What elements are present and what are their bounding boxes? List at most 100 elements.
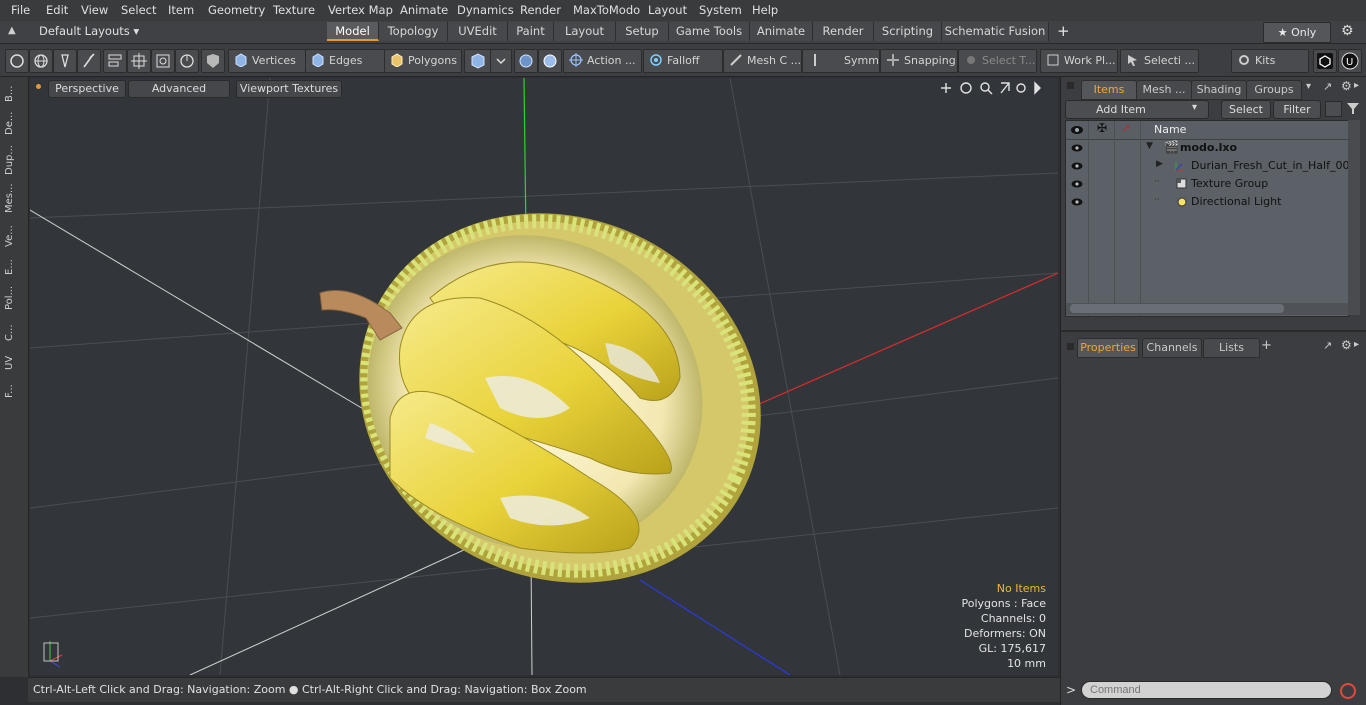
filter-button[interactable]: Filter (1273, 100, 1321, 119)
eye-icon[interactable] (1071, 144, 1083, 152)
tab-mesh[interactable]: Mesh ... (1136, 80, 1192, 100)
panel-menu-icon[interactable]: ▸ (1354, 80, 1359, 91)
panel-scrollbar[interactable] (1348, 120, 1360, 315)
eye-icon[interactable] (1071, 162, 1083, 170)
menu-item[interactable]: Item (168, 3, 194, 17)
tab-render[interactable]: Render (813, 22, 874, 41)
list-scroll-thumb[interactable] (1070, 304, 1284, 313)
viewport-nav-icons[interactable] (941, 81, 1041, 95)
tab-properties[interactable]: Properties (1077, 338, 1139, 358)
menu-dynamics[interactable]: Dynamics (457, 3, 514, 17)
strip-tab-edge[interactable]: E... (4, 255, 22, 279)
strip-tab-basic[interactable]: B... (4, 83, 22, 105)
record-icon[interactable] (1338, 681, 1358, 701)
tabs-dropdown-icon[interactable]: ▾ (1306, 81, 1311, 92)
align-icon[interactable] (103, 49, 127, 73)
strip-tab-curve[interactable]: C... (4, 321, 22, 345)
name-column-header[interactable]: Name (1154, 123, 1186, 136)
tree-row-scene[interactable]: ▼ 🎬 modo.lxo (1066, 139, 1348, 157)
add-tab-button[interactable]: + (1057, 22, 1070, 40)
tab-model[interactable]: Model (327, 22, 379, 41)
center-icon[interactable] (127, 49, 151, 73)
symmetry-mesh-icon[interactable] (514, 49, 538, 73)
panel-gear-icon-2[interactable]: ⚙ (1341, 338, 1352, 352)
menu-system[interactable]: System (699, 3, 742, 17)
vertices-button[interactable]: Vertices (228, 49, 306, 73)
strip-tab-deform[interactable]: De... (4, 109, 22, 137)
expand-icon[interactable]: ↗ (1323, 80, 1332, 93)
tab-topology[interactable]: Topology (379, 22, 448, 41)
strip-tab-polygon[interactable]: Pol... (4, 283, 22, 313)
layout-selector[interactable]: Default Layouts ▾ (39, 24, 139, 38)
add-panel-tab-button[interactable]: + (1261, 338, 1272, 353)
tab-lists[interactable]: Lists (1203, 338, 1260, 358)
selection-sets-button[interactable]: Selecti ... (1120, 49, 1199, 73)
chevron-down-icon[interactable] (490, 49, 512, 73)
strip-tab-mesh-edit[interactable]: Mes... (4, 181, 22, 215)
work-plane-button[interactable]: Work Pl... (1040, 49, 1118, 73)
item-mode-icon[interactable] (464, 49, 492, 73)
add-item-button[interactable]: Add Item ▾ (1065, 100, 1209, 119)
menu-help[interactable]: Help (752, 3, 778, 17)
tab-shading[interactable]: Shading (1191, 80, 1247, 100)
tab-paint[interactable]: Paint (508, 22, 554, 41)
perspective-button[interactable]: Perspective (48, 80, 126, 98)
pen-icon[interactable] (53, 49, 77, 73)
list-scrollbar[interactable] (1066, 303, 1348, 315)
tab-schematic-fusion[interactable]: Schematic Fusion (942, 22, 1049, 41)
menu-layout[interactable]: Layout (648, 3, 687, 17)
tree-row-texture-group[interactable]: ·· Texture Group (1066, 175, 1348, 193)
filter-funnel-icon[interactable] (1345, 101, 1361, 115)
globe-icon[interactable] (29, 49, 53, 73)
panel-gear-icon[interactable]: ⚙ (1341, 79, 1352, 93)
command-input[interactable] (1081, 681, 1332, 699)
tab-layout[interactable]: Layout (554, 22, 616, 41)
tab-channels[interactable]: Channels (1142, 338, 1202, 358)
select-button[interactable]: Select (1221, 100, 1271, 119)
strip-tab-fusion[interactable]: F... (4, 379, 22, 403)
pie-icon[interactable] (175, 49, 199, 73)
gear-icon[interactable]: ⚙ (1341, 23, 1354, 39)
layout-arrow-icon[interactable]: ▲ (8, 25, 20, 37)
tree-row-mesh[interactable]: ▶ Durian_Fresh_Cut_in_Half_001 (1066, 157, 1356, 175)
edges-button[interactable]: Edges (305, 49, 385, 73)
menu-maxtomodo[interactable]: MaxToModo (573, 3, 640, 17)
menu-vertex-map[interactable]: Vertex Map (328, 3, 393, 17)
tab-groups[interactable]: Groups (1246, 80, 1302, 100)
brush-icon[interactable] (77, 49, 101, 73)
expand-arrow-icon[interactable]: ▶ (1156, 159, 1163, 169)
only-toggle[interactable]: ★ Only (1263, 22, 1331, 43)
shield-mode-icon[interactable] (201, 49, 225, 73)
select-through-button[interactable]: Select T... (958, 49, 1037, 73)
symmetry-button[interactable]: Symm ... (802, 49, 880, 73)
menu-geometry[interactable]: Geometry (208, 3, 265, 17)
render-header-icon[interactable]: ➚ (1121, 121, 1131, 135)
unity-icon[interactable] (1313, 49, 1337, 73)
expand-icon-2[interactable]: ↗ (1323, 339, 1332, 352)
tab-game-tools[interactable]: Game Tools (669, 22, 750, 41)
tab-items[interactable]: Items (1081, 80, 1137, 100)
strip-tab-duplicate[interactable]: Dup... (4, 143, 22, 177)
strip-tab-uv[interactable]: UV (4, 351, 22, 375)
unreal-icon[interactable]: U (1338, 49, 1362, 73)
menu-texture[interactable]: Texture (273, 3, 315, 17)
eye-icon[interactable] (1071, 198, 1083, 206)
menu-render[interactable]: Render (520, 3, 561, 17)
advanced-button[interactable]: Advanced (128, 80, 230, 98)
viewport-textures-button[interactable]: Viewport Textures (236, 80, 342, 98)
menu-file[interactable]: File (11, 3, 30, 17)
material-icon[interactable] (538, 49, 562, 73)
kits-button[interactable]: Kits (1231, 49, 1309, 73)
action-center-button[interactable]: Action ... (563, 49, 642, 73)
collapse-icon[interactable] (1325, 101, 1342, 117)
menu-select[interactable]: Select (121, 3, 156, 17)
visibility-header-icon[interactable] (1070, 125, 1084, 135)
panel-menu-icon-2[interactable]: ▸ (1354, 339, 1359, 350)
lock-header-icon[interactable]: ✠ (1097, 121, 1107, 135)
item-list[interactable]: ✠ ➚ Name ▼ 🎬 modo.lxo ▶ Durian_Fresh_Cut… (1065, 120, 1356, 317)
tab-uvedit[interactable]: UVEdit (448, 22, 508, 41)
falloff-button[interactable]: Falloff (643, 49, 723, 73)
durian-model[interactable] (298, 148, 822, 648)
menu-edit[interactable]: Edit (46, 3, 68, 17)
mesh-constraint-button[interactable]: Mesh C ... (723, 49, 802, 73)
